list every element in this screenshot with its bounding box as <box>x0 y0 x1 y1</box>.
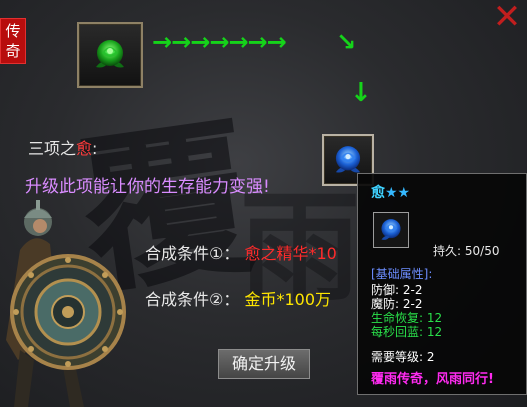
flow-arrow-down: ↓ <box>350 78 372 108</box>
tooltip-hp-regen: 生命恢复: 12 <box>371 311 443 325</box>
skill-title-colon: : <box>92 139 98 158</box>
tooltip-stars: ★★ <box>385 185 411 201</box>
skill-title: 三项之愈: <box>28 135 97 159</box>
condition-2: 合成条件②： 金币*100万 <box>145 286 331 310</box>
tooltip-magic-defense: 魔防: 2-2 <box>371 297 423 311</box>
blue-rose-icon <box>381 219 401 240</box>
skill-title-prefix: 三项之 <box>28 139 77 158</box>
confirm-upgrade-button[interactable]: 确定升级 <box>218 349 310 379</box>
condition-2-label: 合成条件②： <box>145 290 240 309</box>
tooltip-title: 愈★★ <box>371 182 410 202</box>
tooltip-required-level-label: 需要等级: <box>371 350 424 364</box>
tooltip-slogan: 覆雨传奇，风雨同行! <box>371 372 494 387</box>
skill-description: 升级此项能让你的生存能力变强! <box>25 177 270 197</box>
game-logo-badge: 传奇 <box>0 18 26 64</box>
green-rose-icon <box>96 40 124 68</box>
tooltip-durability-value: 50/50 <box>464 244 500 258</box>
tooltip-item-icon <box>373 212 409 248</box>
tooltip-required-level: 需要等级: 2 <box>371 350 435 364</box>
flow-arrow-diagonal: ↘ <box>336 28 357 56</box>
tooltip-mp-regen: 每秒回蓝: 12 <box>371 325 443 339</box>
skill-name: 愈 <box>76 139 93 158</box>
condition-1-label: 合成条件①： <box>145 244 240 263</box>
tooltip-base-attributes-header: [基础属性]: <box>371 267 433 281</box>
tooltip-durability: 持久: 50/50 <box>433 242 499 259</box>
tooltip-required-level-value: 2 <box>426 350 435 364</box>
condition-2-value: 金币*100万 <box>244 290 331 309</box>
synthesis-panel: 覆 雨 传奇 ✕ →→→→→→→ ↘ ↓ 三项之愈: 升级此项能让你的生存能力变… <box>0 0 527 407</box>
tooltip-durability-label: 持久: <box>433 244 462 258</box>
condition-1-value: 愈之精华*10 <box>244 244 337 263</box>
flow-arrows: →→→→→→→ <box>152 28 287 56</box>
source-item-slot[interactable] <box>77 22 143 88</box>
item-tooltip: 愈★★ 持久: 50/50 [基础属性]: 防御: 2-2 魔防: 2-2 生命… <box>357 173 527 395</box>
close-icon[interactable]: ✕ <box>490 0 524 34</box>
tooltip-item-name: 愈 <box>371 185 385 201</box>
condition-1: 合成条件①： 愈之精华*10 <box>145 240 337 264</box>
tooltip-defense: 防御: 2-2 <box>371 283 423 297</box>
warrior-figure <box>6 200 126 407</box>
